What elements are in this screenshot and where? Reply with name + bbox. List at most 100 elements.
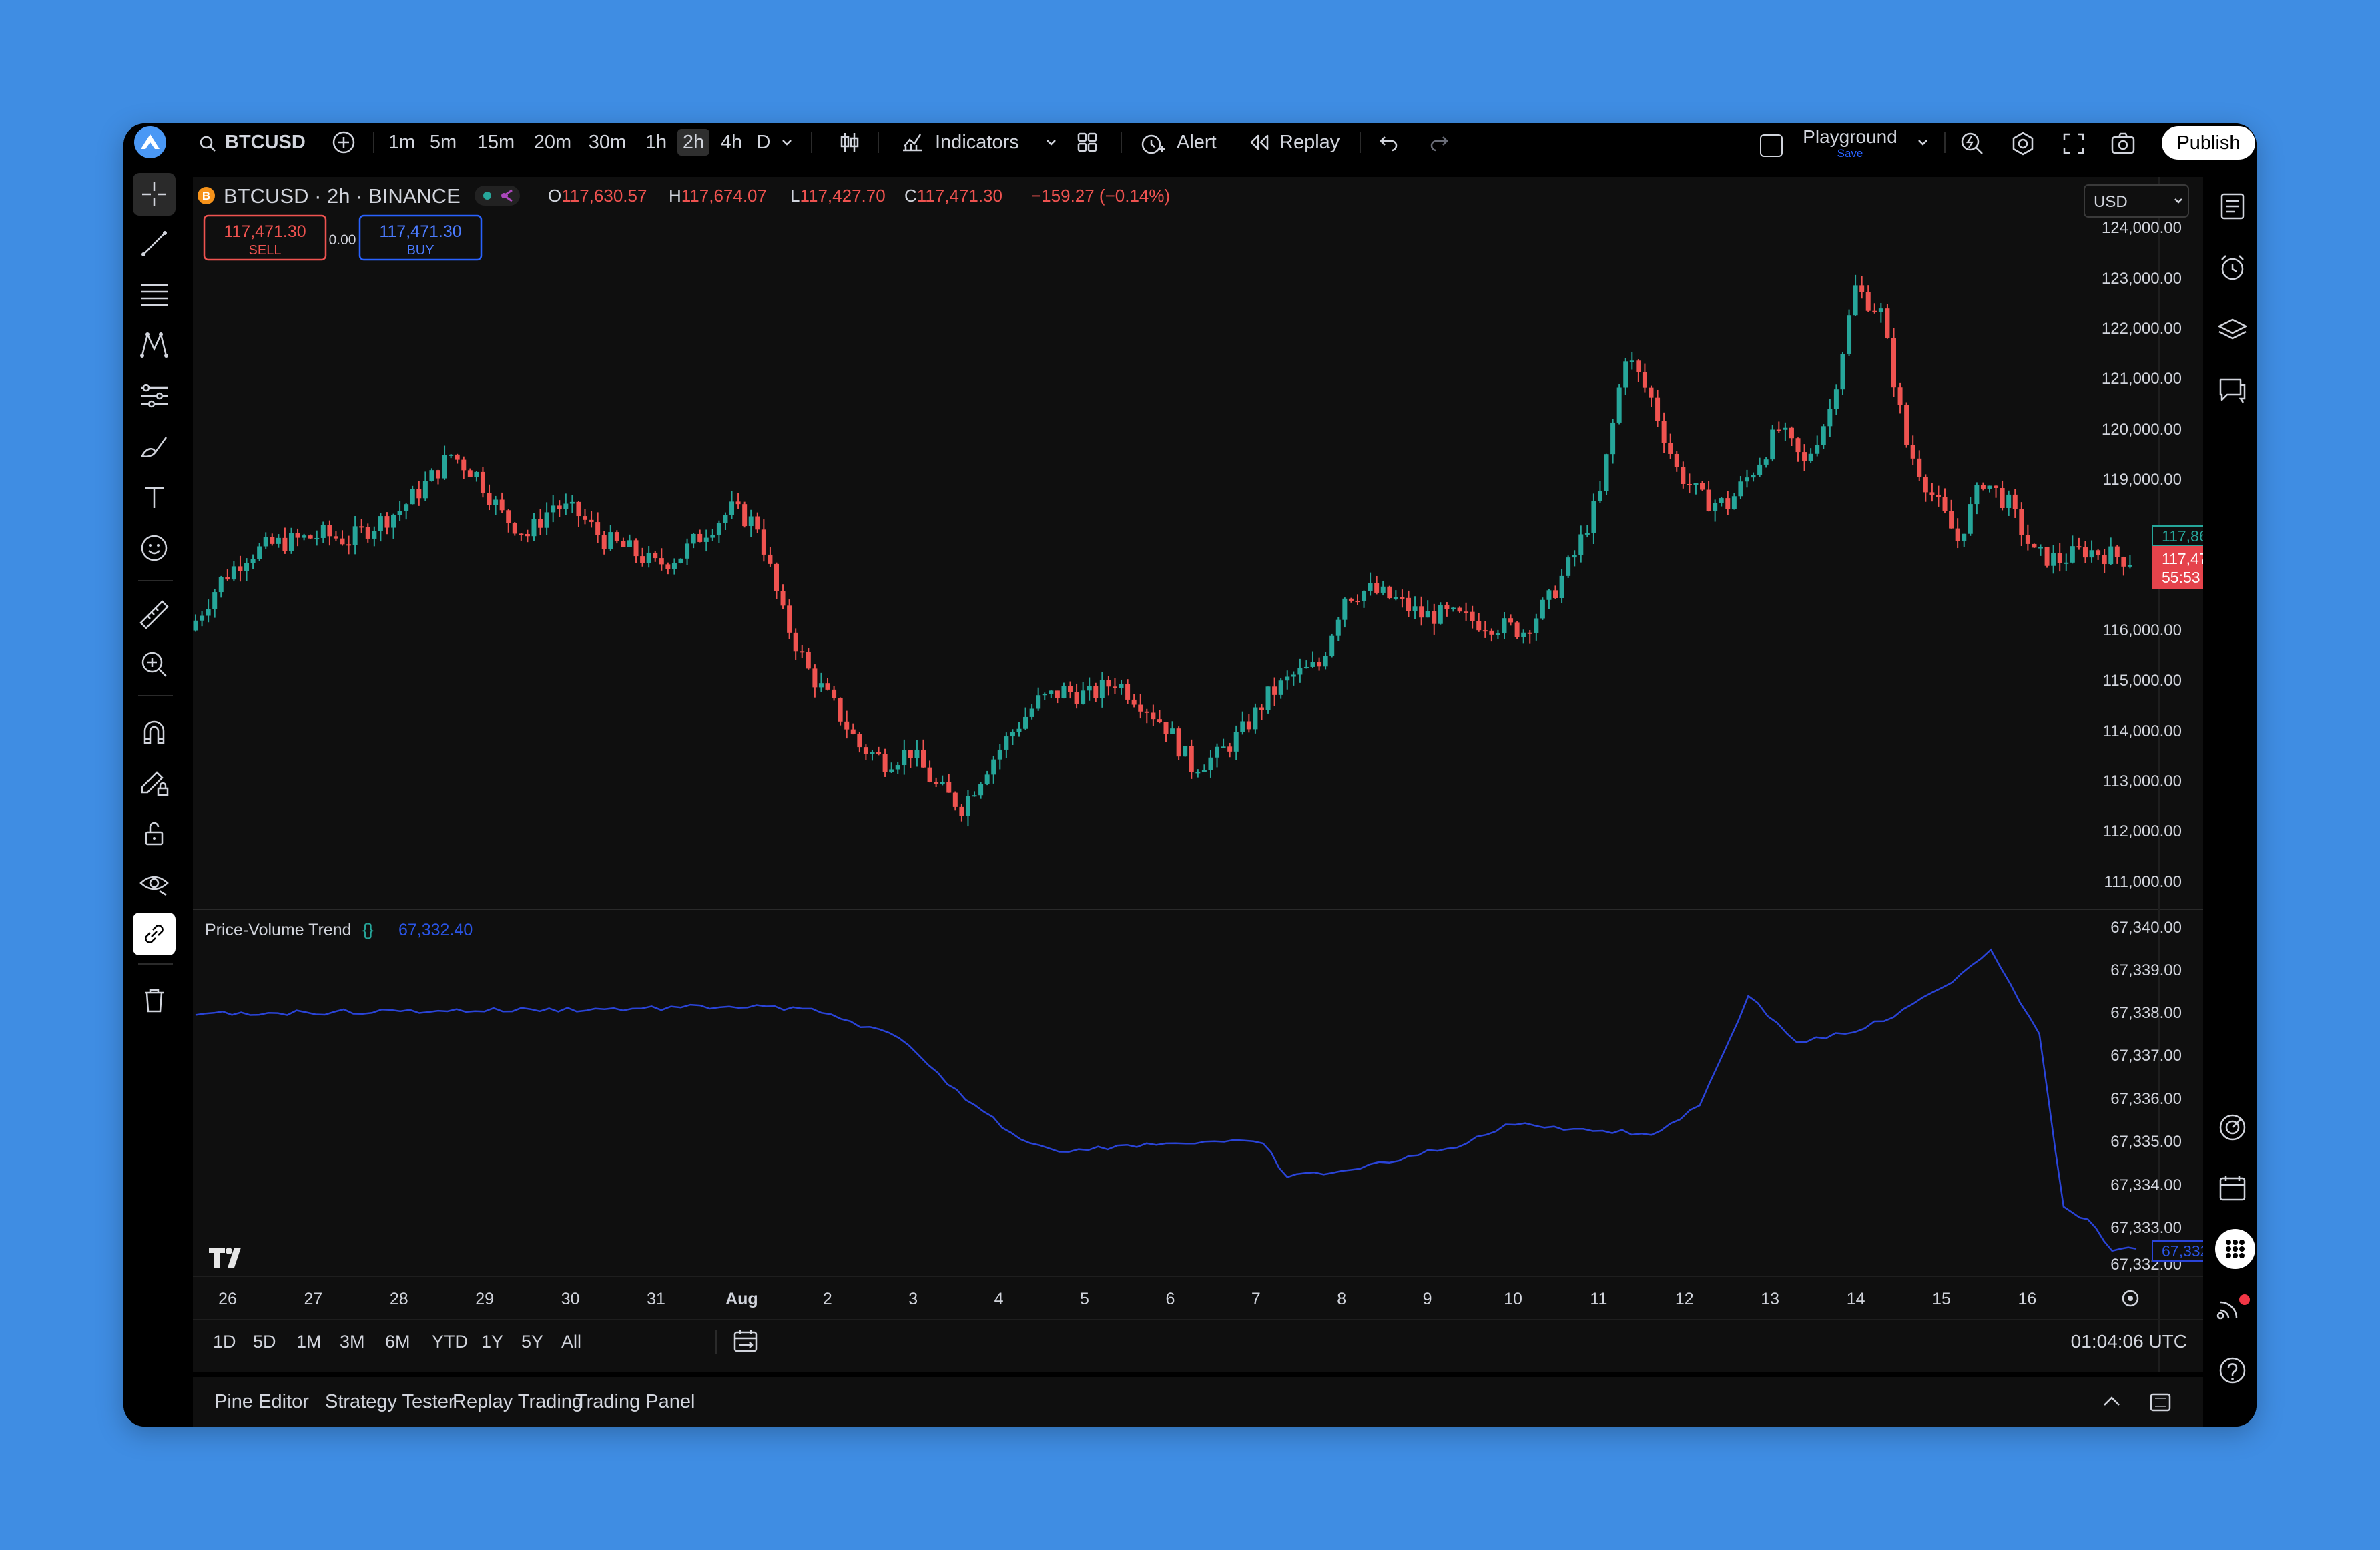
snapshot-button[interactable] (2110, 130, 2136, 157)
sell-button[interactable]: 117,471.30 SELL (203, 214, 327, 261)
stay-in-drawing-mode-tool[interactable] (133, 762, 176, 804)
time-axis-settings-button[interactable] (2122, 1290, 2139, 1307)
hotlists-button[interactable] (2214, 1109, 2251, 1146)
settings-button[interactable] (2010, 130, 2036, 157)
timeframe-1h[interactable]: 1h (643, 129, 669, 156)
fib-tool[interactable] (133, 273, 176, 316)
magnet-tool[interactable] (133, 711, 176, 754)
tradingview-logo[interactable] (209, 1248, 241, 1268)
tab-strategy-tester[interactable]: Strategy Tester (325, 1377, 455, 1427)
quick-search-button[interactable] (1959, 130, 1986, 157)
range-5d[interactable]: 5D (253, 1332, 276, 1352)
trend-line-tool[interactable] (133, 222, 176, 265)
candle-body (1023, 716, 1028, 729)
candle-body (1438, 605, 1443, 624)
buy-button[interactable]: 117,471.30 BUY (358, 214, 483, 261)
expand-panel-button[interactable] (2100, 1392, 2123, 1412)
ruler-tool[interactable] (133, 593, 176, 636)
zoom-in-tool[interactable] (133, 643, 176, 686)
timeframe-d[interactable]: D (754, 129, 774, 156)
redo-button[interactable] (1428, 133, 1450, 152)
ideas-stream-button[interactable] (2214, 1289, 2251, 1326)
remove-drawings-tool[interactable] (133, 979, 176, 1022)
source-code-icon[interactable]: {} (362, 921, 374, 939)
range-6m[interactable]: 6M (385, 1332, 410, 1352)
indicator-value: 67,332.40 (398, 921, 473, 939)
watchlist-button[interactable] (2214, 188, 2251, 225)
indicator-tick: 67,334.00 (2110, 1176, 2182, 1194)
chats-button[interactable] (2214, 372, 2251, 409)
range-1d[interactable]: 1D (213, 1332, 236, 1352)
maximize-panel-button[interactable] (2147, 1389, 2174, 1416)
candle-body (1751, 475, 1756, 478)
object-tree-button[interactable] (2214, 310, 2251, 348)
text-tool[interactable] (133, 476, 176, 519)
range-5y[interactable]: 5Y (521, 1332, 543, 1352)
time-axis[interactable]: 26 27 28 29 30 31 Aug 2 3 4 5 6 7 8 9 10 11 12 13 14 15 16 (218, 1290, 2036, 1308)
alerts-panel-button[interactable] (2214, 249, 2251, 286)
range-1y[interactable]: 1Y (481, 1332, 503, 1352)
forecasting-tool[interactable] (133, 374, 176, 417)
tab-trading-panel[interactable]: Trading Panel (575, 1377, 695, 1427)
chart-canvas[interactable]: B BTCUSD · 2h · BINANCE O117,630.57 H117… (193, 177, 2257, 1372)
candle-body (1980, 485, 1986, 489)
range-3m[interactable]: 3M (340, 1332, 365, 1352)
replay-button[interactable]: Replay (1249, 123, 1349, 161)
help-icon (2219, 1357, 2246, 1384)
crosshair-tool[interactable] (133, 173, 176, 216)
layout-grid-button[interactable] (1075, 130, 1099, 154)
legend-symbol-title[interactable]: BTCUSD · 2h · BINANCE (224, 184, 461, 208)
indicator-templates-dropdown[interactable] (1043, 134, 1059, 150)
range-all[interactable]: All (561, 1332, 581, 1352)
timeframe-5m[interactable]: 5m (428, 129, 459, 156)
calendar-button[interactable] (2214, 1169, 2251, 1206)
calendar-icon (2219, 1176, 2246, 1201)
timeframe-1m[interactable]: 1m (386, 129, 417, 156)
candle-body (2108, 546, 2114, 565)
layout-checkbox[interactable] (1760, 134, 1783, 157)
time-tick: 7 (1251, 1290, 1261, 1308)
emoji-tool[interactable] (133, 527, 176, 569)
candle-body (218, 577, 224, 593)
timeframe-dropdown[interactable] (779, 134, 795, 150)
go-to-date-button[interactable] (733, 1330, 758, 1352)
layout-name-button[interactable]: Playground Save (1800, 126, 1933, 160)
candle-body (384, 516, 390, 528)
help-button[interactable] (2214, 1352, 2251, 1389)
candle-body (1368, 583, 1373, 591)
chart-area[interactable]: B BTCUSD · 2h · BINANCE O117,630.57 H117… (193, 177, 2257, 1372)
timeframe-2h[interactable]: 2h (677, 129, 709, 156)
market-status-badge[interactable] (475, 186, 520, 206)
timeframe-15m[interactable]: 15m (475, 129, 517, 156)
indicator-axis[interactable]: 67,340.00 67,339.00 67,338.00 67,337.00 … (2110, 919, 2182, 1274)
timeframe-20m[interactable]: 20m (532, 129, 573, 156)
user-avatar[interactable] (134, 126, 166, 158)
candle-body (206, 609, 211, 616)
range-1m[interactable]: 1M (296, 1332, 322, 1352)
timeframe-30m[interactable]: 30m (587, 129, 628, 156)
hide-drawings-tool[interactable] (133, 862, 176, 905)
candle-body (2000, 488, 2005, 508)
publish-button[interactable]: Publish (2162, 126, 2255, 160)
compare-symbol-button[interactable] (332, 130, 356, 154)
brush-tool[interactable] (133, 425, 176, 468)
utc-clock[interactable]: 01:04:06 UTC (2071, 1331, 2187, 1352)
currency-select[interactable]: USD (2084, 184, 2189, 218)
range-ytd[interactable]: YTD (432, 1332, 468, 1352)
timeframe-4h[interactable]: 4h (717, 129, 746, 156)
indicator-title[interactable]: Price-Volume Trend (205, 921, 352, 939)
eye-icon (139, 876, 169, 896)
products-button[interactable] (2215, 1229, 2255, 1269)
tab-replay-trading[interactable]: Replay Trading (453, 1377, 583, 1427)
undo-button[interactable] (1378, 133, 1400, 152)
tab-pine-editor[interactable]: Pine Editor (214, 1377, 309, 1427)
pattern-tool[interactable] (133, 324, 176, 366)
sync-drawings-tool[interactable] (133, 913, 176, 955)
fullscreen-button[interactable] (2060, 130, 2087, 157)
price-tick: 116,000.00 (2103, 621, 2182, 639)
alert-button[interactable]: Alert (1139, 123, 1226, 161)
indicators-button[interactable]: Indicators (900, 123, 1034, 161)
layout-dropdown[interactable] (1915, 134, 1931, 150)
lock-drawings-tool[interactable] (133, 812, 176, 855)
chart-type-button[interactable] (838, 130, 862, 154)
